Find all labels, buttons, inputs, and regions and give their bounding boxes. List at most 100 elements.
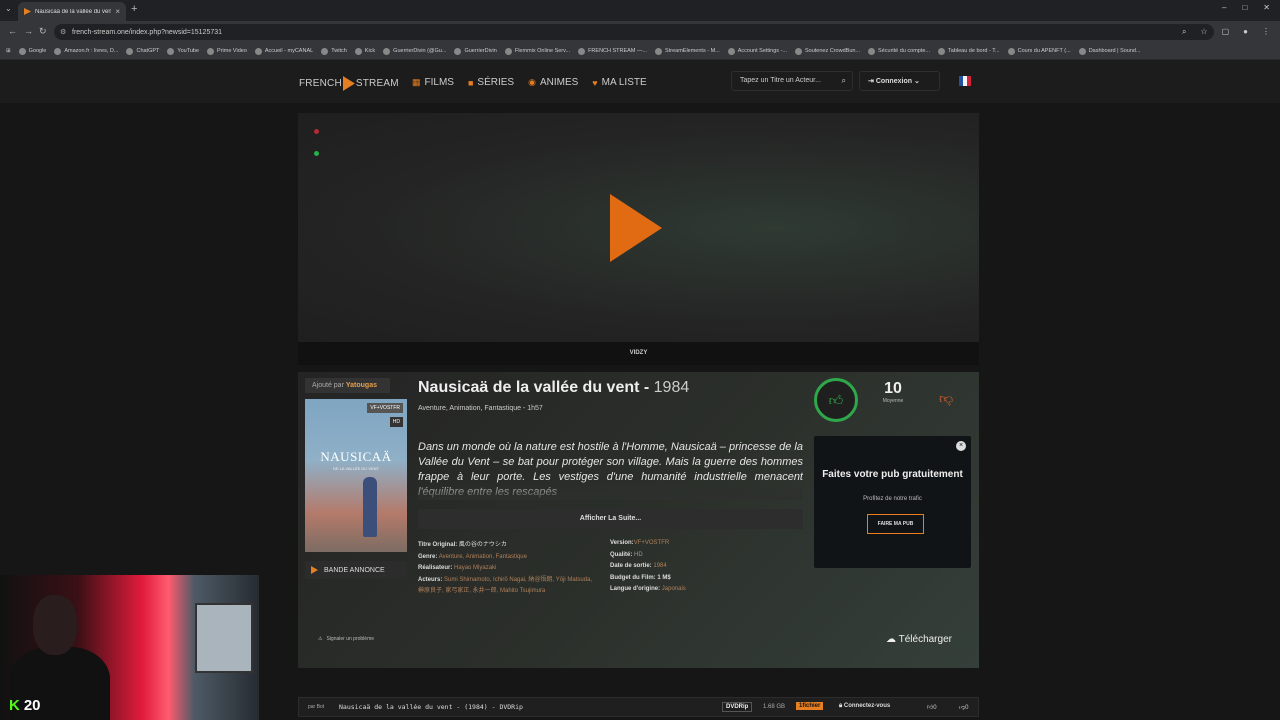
bookmark-favicon-icon bbox=[1078, 47, 1086, 55]
trailer-play-icon bbox=[311, 566, 318, 574]
bookmark-item[interactable]: Dashboard | Sound... bbox=[1078, 47, 1141, 55]
close-window-icon[interactable]: ✕ bbox=[1263, 3, 1270, 12]
rating-value: 10 bbox=[884, 380, 902, 397]
back-icon[interactable]: ← bbox=[8, 26, 17, 36]
bookmarks-bar: ⊞ Google Amazon.fr : livres, D... ChatGPT Y… bbox=[0, 43, 1280, 60]
search-icon[interactable]: ⌕ bbox=[842, 76, 846, 86]
ad-close-icon[interactable]: × bbox=[956, 441, 966, 451]
bookmark-item[interactable]: FRENCH STREAM —... bbox=[578, 47, 648, 55]
read-more-button[interactable]: Afficher La Suite... bbox=[418, 509, 803, 529]
bookmark-item[interactable]: Google bbox=[18, 47, 47, 55]
bookmark-label: Amazon.fr : livres, D... bbox=[64, 48, 119, 54]
poster-quality-badge: HD bbox=[389, 417, 403, 427]
tab-search-icon[interactable]: ⌄ bbox=[5, 4, 12, 13]
nav-films[interactable]: ▦ FILMS bbox=[412, 77, 454, 88]
bookmark-item[interactable]: StreamElements - M... bbox=[655, 47, 720, 55]
link-host-button[interactable]: 1fichier bbox=[796, 702, 824, 710]
bookmark-item[interactable]: Accueil - myCANAL bbox=[254, 47, 313, 55]
link-connect-button[interactable]: 🔒︎ Connectez-vous bbox=[839, 703, 890, 710]
site-logo[interactable]: FRENCH STREAM bbox=[299, 76, 399, 91]
download-button[interactable]: ☁ Télécharger bbox=[886, 634, 952, 645]
apps-icon[interactable]: ⊞ bbox=[6, 48, 11, 54]
url-bar[interactable]: ⚙ french-stream.one/index.php?newsid=151… bbox=[54, 24, 1214, 40]
viewer-count-value: 20 bbox=[23, 697, 41, 714]
link-uploader: par Bot bbox=[308, 704, 325, 710]
ad-subtext: Profitez de notre trafic bbox=[863, 496, 922, 502]
bookmark-favicon-icon bbox=[321, 47, 329, 55]
zoom-icon[interactable]: ⌕ bbox=[1182, 27, 1186, 37]
menu-icon[interactable]: ⋮ bbox=[1262, 27, 1270, 37]
profile-icon[interactable]: ● bbox=[1243, 27, 1248, 37]
bookmark-favicon-icon bbox=[54, 47, 62, 55]
bookmark-label: Google bbox=[28, 48, 47, 54]
bookmark-item[interactable]: Kick bbox=[354, 47, 375, 55]
ad-cta-button[interactable]: FAIRE MA PUB bbox=[867, 514, 924, 534]
bookmark-favicon-icon bbox=[578, 47, 586, 55]
nav-my-list-label: MA LISTE bbox=[601, 77, 647, 88]
bookmark-item[interactable]: Sécurité du compte... bbox=[868, 47, 931, 55]
nav-animes[interactable]: ◉ ANIMES bbox=[528, 77, 578, 88]
play-icon[interactable] bbox=[610, 194, 662, 262]
ad-popup: × Faites votre pub gratuitement Profitez… bbox=[814, 436, 971, 568]
bookmark-item[interactable]: Cours du APENFT (... bbox=[1007, 47, 1071, 55]
forward-icon[interactable]: → bbox=[24, 26, 33, 36]
reload-icon[interactable]: ↻ bbox=[39, 26, 47, 37]
nav-my-list[interactable]: ♥ MA LISTE bbox=[592, 77, 646, 88]
player-source-tab[interactable]: VIDZY bbox=[298, 342, 979, 365]
poster-figure bbox=[363, 477, 377, 537]
close-tab-icon[interactable]: × bbox=[115, 7, 120, 16]
bookmark-item[interactable]: GuerrierDivin bbox=[454, 47, 497, 55]
trailer-button[interactable]: BANDE ANNONCE bbox=[305, 561, 407, 579]
bookmark-item[interactable]: Tableau de bord - T... bbox=[938, 47, 1000, 55]
viewer-count: K 20 bbox=[9, 697, 41, 714]
rating-label: Moyenne bbox=[882, 398, 904, 404]
warning-icon: ⚠ bbox=[318, 636, 323, 642]
bookmark-item[interactable]: Amazon.fr : livres, D... bbox=[54, 47, 119, 55]
bookmark-label: Sécurité du compte... bbox=[878, 48, 931, 54]
nav-series[interactable]: ■ SÉRIES bbox=[468, 77, 514, 88]
language-flag-icon[interactable] bbox=[959, 76, 971, 86]
bookmark-item[interactable]: YouTube bbox=[167, 47, 199, 55]
bookmark-star-icon[interactable]: ☆ bbox=[1200, 27, 1207, 37]
report-problem-link[interactable]: ⚠ Signaler un problème bbox=[318, 636, 374, 642]
movie-title-text: Nausicaä de la vallée du vent bbox=[418, 379, 640, 396]
logo-play-icon bbox=[342, 76, 355, 91]
bookmark-item[interactable]: Twitch bbox=[321, 47, 347, 55]
tab-title: Nausicaä de la vallée du vent - bbox=[35, 8, 112, 15]
minimize-icon[interactable]: – bbox=[1222, 3, 1226, 12]
bookmark-favicon-icon bbox=[126, 47, 134, 55]
bookmark-item[interactable]: Flemmix Online Serv... bbox=[504, 47, 570, 55]
logo-left: FRENCH bbox=[299, 78, 342, 89]
ad-headline: Faites votre pub gratuitement bbox=[822, 469, 963, 480]
detail-director: Réalisateur: Hayao Miyazaki bbox=[418, 565, 497, 571]
browser-tab-active[interactable]: Nausicaä de la vallée du vent - × bbox=[18, 2, 126, 21]
login-button[interactable]: ⇥ Connexion ⌄ bbox=[859, 71, 940, 91]
detail-version: Version:VF+VOSTFR bbox=[610, 540, 670, 546]
url-text: french-stream.one/index.php?newsid=15125… bbox=[72, 28, 223, 36]
link-filename: Nausicaä de la vallée du vent - (1984) -… bbox=[339, 703, 523, 711]
bookmark-label: FRENCH STREAM —... bbox=[588, 48, 648, 54]
link-upvote[interactable]: 👍︎0 bbox=[927, 703, 937, 711]
bookmark-label: Tableau de bord - T... bbox=[948, 48, 1000, 54]
added-by-user[interactable]: Yatougas bbox=[346, 382, 377, 389]
dislike-button[interactable]: 👎︎ bbox=[939, 390, 953, 407]
site-info-icon[interactable]: ⚙ bbox=[60, 28, 66, 36]
new-tab-icon[interactable]: + bbox=[131, 3, 137, 15]
bookmark-item[interactable]: Prime Video bbox=[207, 47, 247, 55]
maximize-icon[interactable]: □ bbox=[1242, 3, 1247, 12]
streamer-head bbox=[33, 595, 77, 655]
detail-quality: Qualité: HD bbox=[610, 551, 643, 558]
login-label: Connexion bbox=[875, 78, 912, 85]
video-player[interactable] bbox=[298, 113, 979, 342]
synopsis-fade bbox=[418, 480, 803, 500]
extensions-icon[interactable]: ▢ bbox=[1222, 27, 1230, 37]
bookmark-item[interactable]: GuerrierDivin (@Gu... bbox=[383, 47, 446, 55]
search-input[interactable]: Tapez un Titre un Acteur... ⌕ bbox=[731, 71, 853, 91]
bookmark-item[interactable]: Account Settings -... bbox=[727, 47, 787, 55]
bookmark-item[interactable]: Soutenez CrowdBun... bbox=[794, 47, 860, 55]
bookmark-item[interactable]: ChatGPT bbox=[126, 47, 159, 55]
bookmark-favicon-icon bbox=[655, 47, 663, 55]
like-button[interactable]: 👍︎ bbox=[814, 378, 858, 422]
link-downvote[interactable]: 👎︎0 bbox=[959, 703, 968, 711]
bookmark-favicon-icon bbox=[938, 47, 946, 55]
